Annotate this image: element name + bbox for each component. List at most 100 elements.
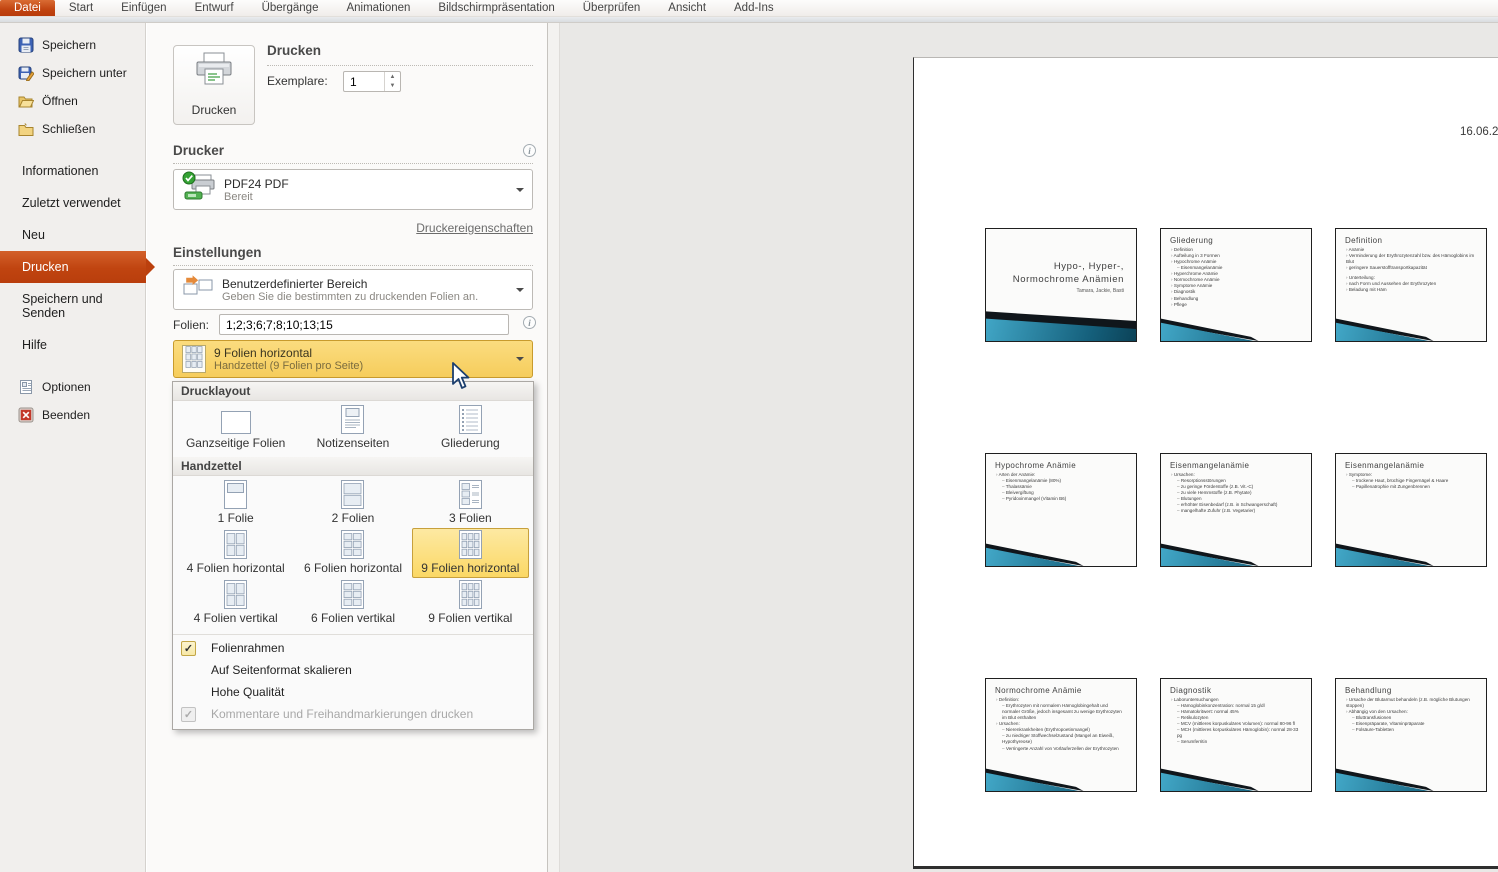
tab-einf-gen[interactable]: Einfügen [107, 0, 180, 16]
slide-title: Gliederung [1170, 236, 1302, 245]
printer-icon [193, 52, 235, 95]
layout-option-notizenseiten[interactable]: Notizenseiten [294, 403, 411, 453]
slide-thumbnail-4[interactable]: Hypochrome Anämie Arten der Anämie:Eisenm… [985, 453, 1137, 567]
print-layout-select[interactable]: 9 Folien horizontal Handzettel (9 Folien… [173, 340, 533, 378]
spin-up-icon[interactable]: ▲ [385, 72, 400, 82]
dropdown-section-grid: Ganzseitige Folien NotizenseitenGliederun… [173, 401, 533, 457]
sidebar-item-informationen[interactable]: Informationen [0, 155, 146, 187]
sidebar-item-hilfe[interactable]: Hilfe [0, 329, 146, 361]
option-hohe-qualit-t[interactable]: Hohe Qualität [173, 681, 533, 703]
slide-bullets: Symptome:trockene Haut, brüchige Fingern… [1345, 472, 1477, 490]
print-button[interactable]: Drucken [173, 45, 255, 125]
divider [173, 265, 533, 266]
save-as-icon [18, 65, 34, 81]
print-section-title: Drucken [267, 43, 321, 58]
layout-option-gliederung[interactable]: Gliederung [412, 403, 529, 453]
printer-select[interactable]: PDF24 PDF Bereit [173, 169, 533, 210]
tab-datei[interactable]: Datei [0, 0, 55, 16]
tab-bildschirmpr-sentation[interactable]: Bildschirmpräsentation [424, 0, 568, 16]
sidebar-item-speichern-unter[interactable]: Speichern unter [0, 59, 145, 87]
handout-slides-grid: Hypo-, Hyper-, Normochrome AnämienTamara… [985, 228, 1487, 792]
slide-title: Hypochrome Anämie [995, 461, 1127, 470]
tab-ansicht[interactable]: Ansicht [654, 0, 720, 16]
layout-option-label: 4 Folien horizontal [187, 561, 285, 575]
slides-range-input[interactable] [219, 314, 509, 335]
dropdown-section-title-handzettel: Handzettel [173, 457, 533, 476]
copies-stepper[interactable]: ▲ ▼ [343, 71, 401, 92]
divider [173, 163, 533, 164]
printer-info-icon[interactable]: i [523, 144, 536, 157]
range-subtitle: Geben Sie die bestimmten zu druckenden F… [222, 291, 508, 303]
option-folienrahmen[interactable]: ✓Folienrahmen [173, 637, 533, 659]
printer-status: Bereit [224, 191, 508, 203]
tab-berg-nge[interactable]: Übergänge [248, 0, 333, 16]
slide-thumbnail-7[interactable]: Normochrome AnämieDefinition:Erythrozyte… [985, 678, 1137, 792]
layout-option-6-folien-vertikal[interactable]: 6 Folien vertikal [294, 578, 411, 628]
g9-layout-icon [459, 579, 482, 609]
sidebar-item-drucken[interactable]: Drucken [0, 251, 146, 283]
slide-thumbnail-1[interactable]: Hypo-, Hyper-, Normochrome AnämienTamara… [985, 228, 1137, 342]
printer-properties-link[interactable]: Druckereigenschaften [173, 221, 533, 235]
layout-option-4-folien-vertikal[interactable]: 4 Folien vertikal [177, 578, 294, 628]
copies-input[interactable] [344, 72, 384, 91]
slide-thumbnail-2[interactable]: Gliederung DefinitionAufteilung in 3 Form… [1160, 228, 1312, 342]
layout-option-ganzseitige-folien[interactable]: Ganzseitige Folien [177, 403, 294, 453]
layout-option-6-folien-horizontal[interactable]: 6 Folien horizontal [294, 528, 411, 578]
sidebar-item-label: Optionen [42, 380, 91, 394]
g6-layout-icon [341, 529, 364, 559]
g4-layout-icon [224, 579, 247, 609]
option-label: Auf Seitenformat skalieren [211, 663, 352, 677]
g1-layout-icon [224, 479, 247, 509]
layout-option-3-folien[interactable]: 3 Folien [412, 478, 529, 528]
slide-thumbnail-9[interactable]: Behandlung Ursache der Blutarmut behandel… [1335, 678, 1487, 792]
slide-theme-swoosh [986, 765, 1136, 791]
layout-option-label: 9 Folien vertikal [428, 611, 512, 625]
bullet-item: Erythrozyten mit normalem Hämoglobingeha… [1002, 703, 1127, 721]
layout-option-1-folie[interactable]: 1 Folie [177, 478, 294, 528]
sidebar-item-beenden[interactable]: Beenden [0, 401, 145, 429]
layout-option-9-folien-vertikal[interactable]: 9 Folien vertikal [412, 578, 529, 628]
dropdown-section-grid: 1 Folie2 Folien3 Folien 4 Folien horizont… [173, 476, 533, 632]
ribbon-strip [0, 17, 1498, 23]
tab-animationen[interactable]: Animationen [332, 0, 424, 16]
slide-bullets: DefinitionAufteilung in 3 FormenHypochro… [1170, 247, 1302, 308]
layout-option-4-folien-horizontal[interactable]: 4 Folien horizontal [177, 528, 294, 578]
save-icon [18, 37, 34, 53]
slide-title: Behandlung [1345, 686, 1477, 695]
slide-title: Eisenmangelanämie [1170, 461, 1302, 470]
slide-thumbnail-3[interactable]: DefinitionAnämieVerminderung der Erythro… [1335, 228, 1487, 342]
sidebar-item-zuletzt-verwendet[interactable]: Zuletzt verwendet [0, 187, 146, 219]
sidebar-item-optionen[interactable]: Optionen [0, 373, 145, 401]
tab-entwurf[interactable]: Entwurf [181, 0, 248, 16]
slide-thumbnail-8[interactable]: DiagnostikLaboruntersuchungenHämoglobink… [1160, 678, 1312, 792]
slide-subtitle: Tamara, Jackie, Basti [986, 288, 1136, 294]
sidebar-item-schlie-en[interactable]: Schließen [0, 115, 145, 143]
slide-bullets: Arten der Anämie:Eisenmangelanämie (80%)… [995, 472, 1127, 502]
layout-option-label: Ganzseitige Folien [186, 436, 285, 450]
sidebar-item-label: Speichern unter [42, 66, 127, 80]
sidebar-item-neu[interactable]: Neu [0, 219, 146, 251]
slide-title: Definition [1345, 236, 1477, 245]
bullet-item: Ursache der Blutarmut behandeln (z.B. mö… [1346, 697, 1477, 709]
divider [267, 65, 533, 66]
options-icon [18, 379, 34, 395]
slides-range-info-icon[interactable]: i [523, 316, 536, 329]
option-auf-seitenformat-skalieren[interactable]: Auf Seitenformat skalieren [173, 659, 533, 681]
tab-add-ins[interactable]: Add-Ins [720, 0, 788, 16]
sidebar-item-speichern[interactable]: Speichern [0, 31, 145, 59]
layout-option-9-folien-horizontal[interactable]: 9 Folien horizontal [412, 528, 529, 578]
tab-start[interactable]: Start [55, 0, 107, 16]
spin-down-icon[interactable]: ▼ [385, 82, 400, 92]
sidebar-item-ffnen[interactable]: Öffnen [0, 87, 145, 115]
sidebar-item-speichern-und-senden[interactable]: Speichern und Senden [0, 283, 146, 329]
layout-option-2-folien[interactable]: 2 Folien [294, 478, 411, 528]
copies-spin-buttons[interactable]: ▲ ▼ [384, 72, 400, 91]
g6-layout-icon [341, 579, 364, 609]
sidebar-item-label: Speichern [42, 38, 96, 52]
print-range-select[interactable]: Benutzerdefinierter Bereich Geben Sie di… [173, 269, 533, 310]
slide-thumbnail-5[interactable]: EisenmangelanämieUrsachen:Resorptionsstö… [1160, 453, 1312, 567]
bullet-item: Papillenatrophie mit Zungenbrennen [1352, 484, 1477, 490]
slide-thumbnail-6[interactable]: EisenmangelanämieSymptome:trockene Haut,… [1335, 453, 1487, 567]
chevron-down-icon [516, 188, 524, 192]
tab-berpr-fen[interactable]: Überprüfen [569, 0, 655, 16]
